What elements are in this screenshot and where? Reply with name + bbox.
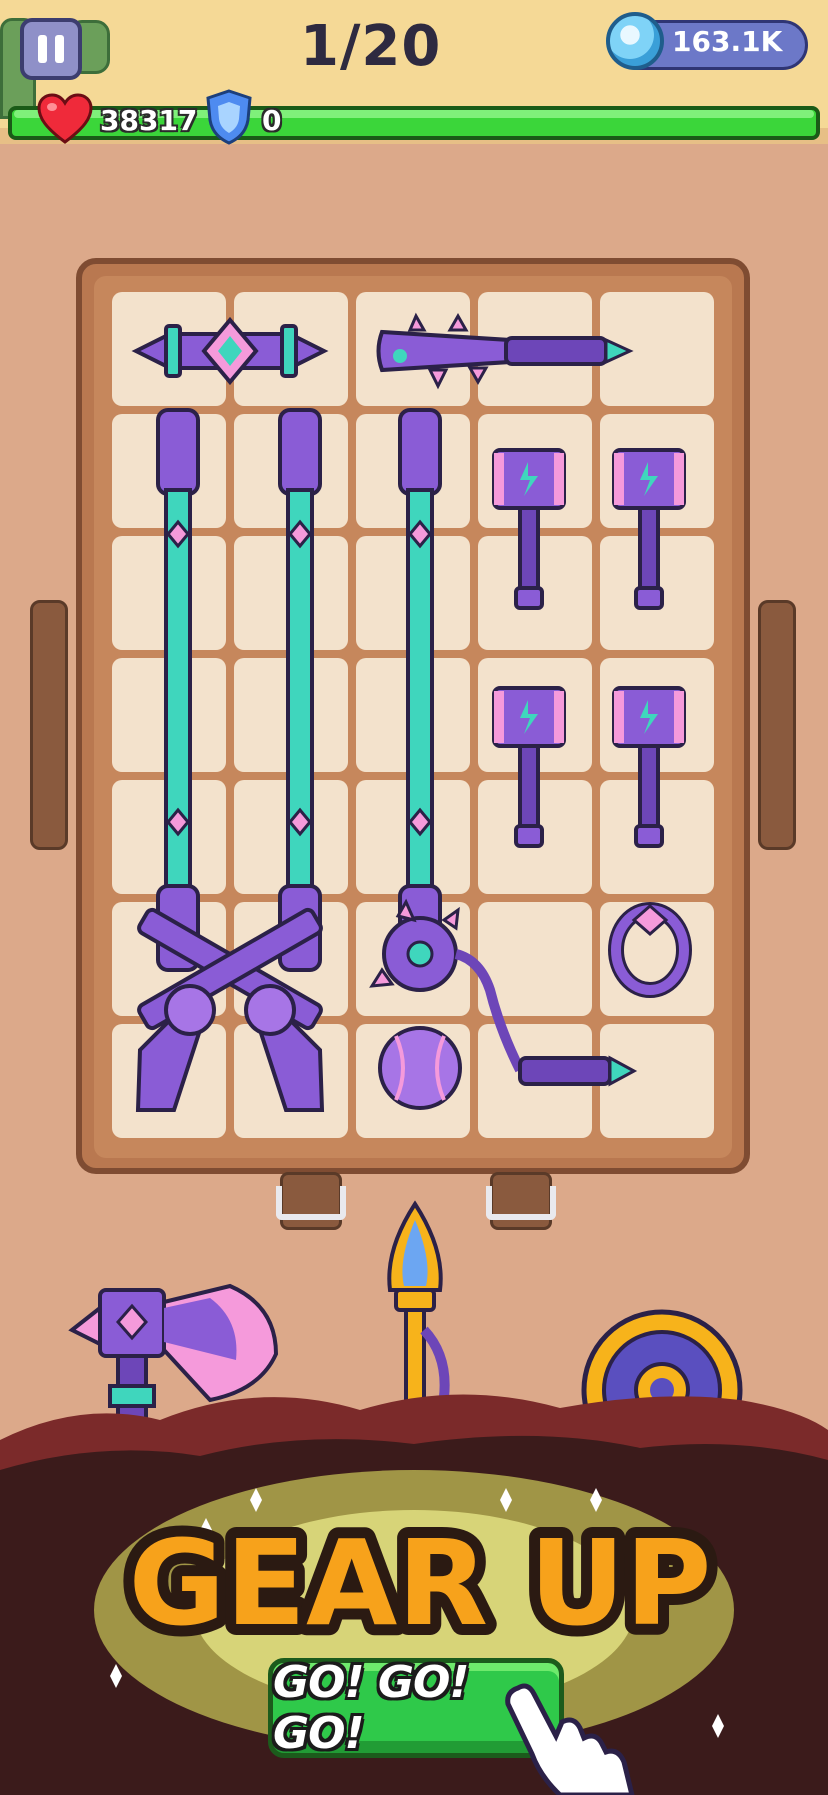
- lightning-hammer-item[interactable]: [492, 686, 566, 848]
- staff-item[interactable]: [278, 408, 322, 972]
- gear-up-title: GEAR UP GEAR UP: [120, 1503, 720, 1663]
- level-counter: 1/20: [300, 14, 442, 79]
- pause-icon: [55, 35, 64, 63]
- gem-count: 163.1K: [672, 25, 783, 58]
- baseball-item[interactable]: [378, 1026, 462, 1110]
- pause-icon: [38, 35, 47, 63]
- tap-hand-icon: [505, 1683, 635, 1795]
- pause-button[interactable]: [20, 18, 82, 80]
- backpack-strap-left: [30, 600, 68, 850]
- gem-sword-item[interactable]: [131, 316, 329, 386]
- lightning-hammer-item[interactable]: [612, 448, 686, 610]
- shield-value: 0: [262, 104, 282, 137]
- gear-up-title-text: GEAR UP: [128, 1514, 711, 1652]
- gem-icon: [606, 12, 664, 70]
- inventory-items: [131, 312, 692, 1112]
- spiked-bat-item[interactable]: [376, 312, 634, 390]
- staff-item[interactable]: [156, 408, 200, 972]
- shield-icon: [206, 89, 252, 145]
- lightning-hammer-item[interactable]: [612, 686, 686, 848]
- ring-item[interactable]: [608, 902, 692, 998]
- heart-icon: [37, 93, 93, 144]
- lightning-hammer-item[interactable]: [492, 448, 566, 610]
- crossed-revolvers-item[interactable]: [135, 907, 325, 1112]
- backpack-strap-right: [758, 600, 796, 850]
- staff-item[interactable]: [398, 408, 442, 972]
- health-value: 38317: [100, 104, 198, 137]
